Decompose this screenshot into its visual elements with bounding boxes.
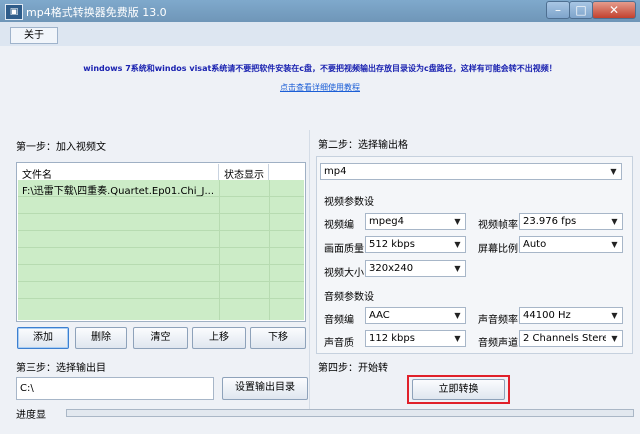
minimize-button[interactable]: – <box>546 1 570 19</box>
video-quality-value: 512 kbps <box>369 239 415 250</box>
add-button[interactable]: 添加 <box>17 327 69 349</box>
video-codec-value: mpeg4 <box>369 216 404 227</box>
file-list-header: 文件名 状态显示 <box>18 164 304 181</box>
progress-label: 进度显 <box>16 410 46 421</box>
convert-now-button[interactable]: 立即转换 <box>412 379 505 400</box>
audio-codec-value: AAC <box>369 310 390 321</box>
column-filename[interactable]: 文件名 <box>22 166 52 181</box>
close-button[interactable]: ✕ <box>592 1 636 19</box>
chevron-down-icon: ▼ <box>611 311 618 320</box>
aspect-ratio-select[interactable]: Auto ▼ <box>519 236 623 253</box>
chevron-down-icon: ▼ <box>454 240 461 249</box>
list-item[interactable]: F:\迅雷下载\四重奏.Quartet.Ep01.Chi_J... <box>22 182 218 197</box>
step2-label: 第二步：选择输出格 <box>318 140 408 151</box>
chevron-down-icon: ▼ <box>611 240 618 249</box>
audio-channels-label: 音频声道 <box>478 338 518 349</box>
maximize-button[interactable]: □ <box>569 1 593 19</box>
film-icon: ▣ <box>5 4 23 20</box>
video-quality-select[interactable]: 512 kbps ▼ <box>365 236 466 253</box>
menu-about[interactable]: 关于 <box>10 27 58 44</box>
progress-bar <box>66 409 634 417</box>
audio-channels-select[interactable]: 2 Channels Stereo ▼ <box>519 330 623 347</box>
move-down-button[interactable]: 下移 <box>250 327 306 349</box>
audio-settings-label: 音频参数设 <box>324 292 374 303</box>
sample-rate-select[interactable]: 44100 Hz ▼ <box>519 307 623 324</box>
column-divider <box>268 164 269 180</box>
app-window: ▣ mp4格式转换器免费版 13.0 – □ ✕ 关于 windows 7系统和… <box>0 0 640 434</box>
sample-rate-value: 44100 Hz <box>523 310 571 321</box>
aspect-ratio-value: Auto <box>523 239 547 250</box>
format-value: mp4 <box>324 166 347 177</box>
step4-label: 第四步：开始转 <box>318 363 388 374</box>
tutorial-link[interactable]: 点击查看详细使用教程 <box>0 82 640 93</box>
audio-codec-label: 音频编 <box>324 315 354 326</box>
file-list[interactable]: 文件名 状态显示 F:\迅雷下载\四重奏.Quartet.Ep01.Chi_J.… <box>16 162 306 322</box>
sample-rate-label: 声音频率 <box>478 315 518 326</box>
video-framerate-value: 23.976 fps <box>523 216 577 227</box>
audio-quality-label: 声音质 <box>324 338 354 349</box>
chevron-down-icon: ▼ <box>611 217 618 226</box>
video-size-select[interactable]: 320x240 ▼ <box>365 260 466 277</box>
grid-line <box>18 230 304 231</box>
chevron-down-icon: ▼ <box>454 334 461 343</box>
format-select[interactable]: mp4 ▼ <box>320 163 622 180</box>
column-divider <box>218 164 219 180</box>
grid-line <box>18 281 304 282</box>
delete-button[interactable]: 删除 <box>75 327 127 349</box>
video-size-label: 视频大小 <box>324 268 364 279</box>
menu-bar <box>0 22 640 46</box>
video-size-value: 320x240 <box>369 263 414 274</box>
window-title: mp4格式转换器免费版 13.0 <box>26 6 167 19</box>
video-codec-label: 视频编 <box>324 220 354 231</box>
video-settings-label: 视频参数设 <box>324 197 374 208</box>
title-bar[interactable]: ▣ mp4格式转换器免费版 13.0 – □ ✕ <box>0 0 640 22</box>
grid-line <box>269 180 270 320</box>
video-framerate-label: 视频帧率 <box>478 220 518 231</box>
grid-line <box>219 180 220 320</box>
chevron-down-icon: ▼ <box>454 217 461 226</box>
file-list-body[interactable]: F:\迅雷下载\四重奏.Quartet.Ep01.Chi_J... <box>18 180 304 320</box>
column-status[interactable]: 状态显示 <box>224 166 264 181</box>
step1-label: 第一步：加入视频文 <box>16 142 106 153</box>
output-path-input[interactable]: C:\ <box>16 377 214 400</box>
grid-line <box>18 264 304 265</box>
audio-codec-select[interactable]: AAC ▼ <box>365 307 466 324</box>
video-quality-label: 画面质量 <box>324 244 364 255</box>
video-codec-select[interactable]: mpeg4 ▼ <box>365 213 466 230</box>
output-format-panel <box>316 156 633 354</box>
column-divider <box>309 130 310 410</box>
set-output-dir-button[interactable]: 设置输出目录 <box>222 377 308 400</box>
grid-line <box>18 247 304 248</box>
grid-line <box>18 213 304 214</box>
grid-line <box>18 298 304 299</box>
audio-quality-value: 112 kbps <box>369 333 415 344</box>
chevron-down-icon: ▼ <box>454 264 461 273</box>
video-framerate-select[interactable]: 23.976 fps ▼ <box>519 213 623 230</box>
chevron-down-icon: ▼ <box>610 167 617 176</box>
audio-quality-select[interactable]: 112 kbps ▼ <box>365 330 466 347</box>
audio-channels-value: 2 Channels Stereo <box>523 333 606 344</box>
move-up-button[interactable]: 上移 <box>192 327 246 349</box>
clear-button[interactable]: 清空 <box>133 327 188 349</box>
chevron-down-icon: ▼ <box>611 334 618 343</box>
chevron-down-icon: ▼ <box>454 311 461 320</box>
step3-label: 第三步：选择输出目 <box>16 363 106 374</box>
install-notice: windows 7系统和windos visat系统请不要把软件安装在c盘，不要… <box>83 64 557 73</box>
aspect-ratio-label: 屏幕比例 <box>478 244 518 255</box>
